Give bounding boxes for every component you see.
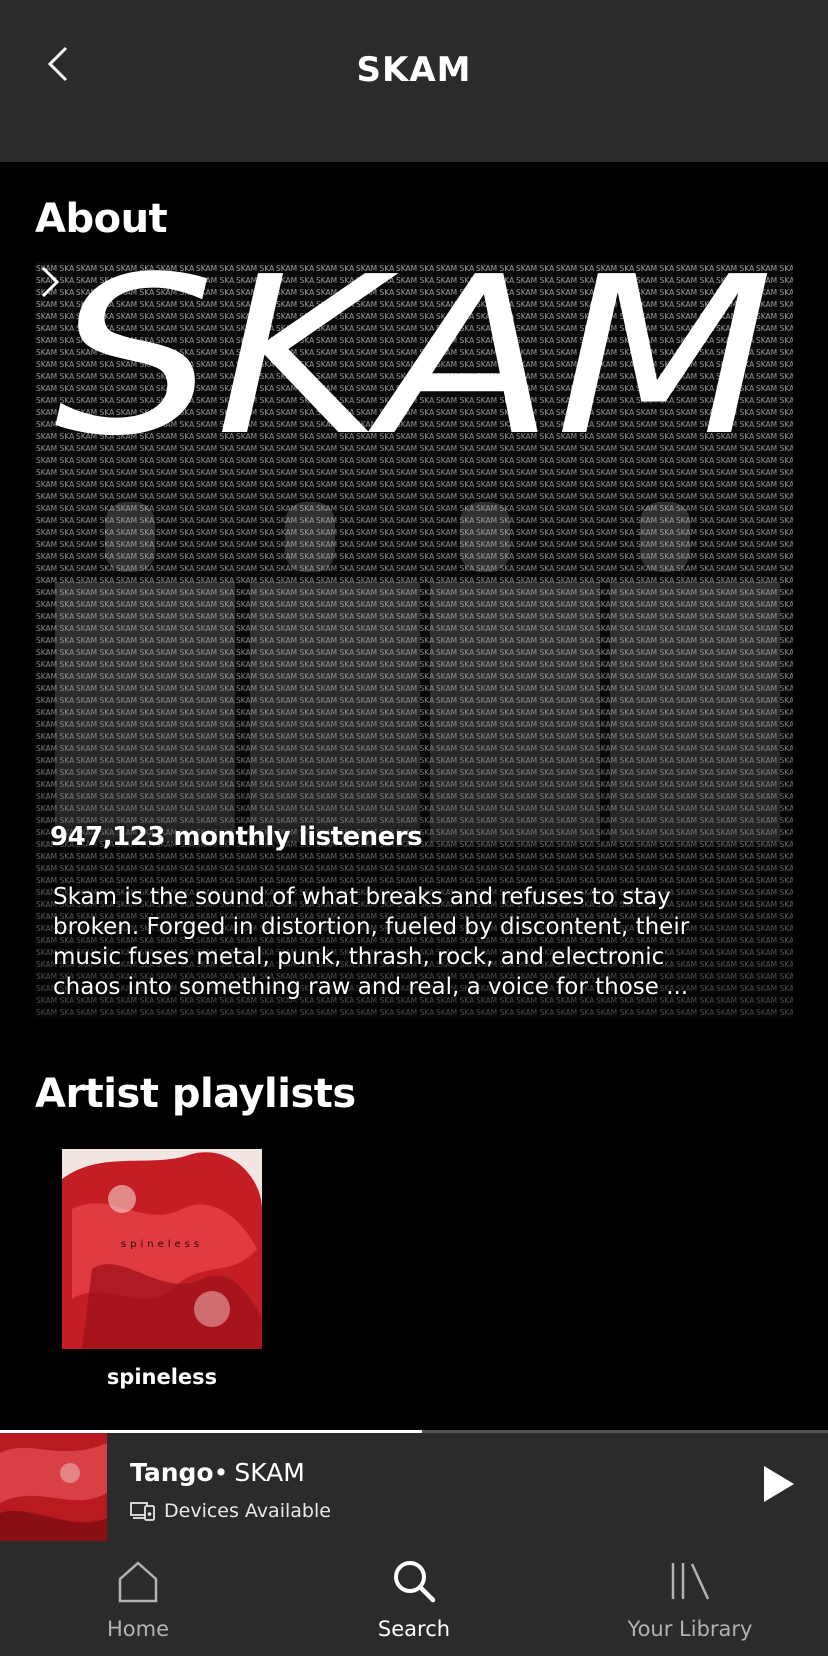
devices-icon [130, 1502, 155, 1521]
tab-search[interactable]: Search [276, 1541, 552, 1656]
devices-available[interactable]: Devices Available [130, 1500, 331, 1522]
devices-label: Devices Available [164, 1500, 331, 1522]
tab-your-library[interactable]: Your Library [552, 1541, 828, 1656]
home-icon [118, 1561, 158, 1603]
now-playing-cover [0, 1433, 107, 1541]
artist-logo: SKAM [54, 262, 774, 484]
tab-bar: Home Search Your Library [0, 1541, 828, 1656]
playlist-cover[interactable]: spineless [62, 1149, 262, 1349]
track-title: Tango [130, 1458, 214, 1487]
about-heading: About [35, 196, 168, 242]
tab-label: Search [377, 1617, 451, 1641]
playlist-cover-text: spineless [121, 1239, 203, 1250]
separator-dot: • [213, 1458, 229, 1487]
play-icon[interactable] [760, 1464, 796, 1504]
track-artist: SKAM [234, 1458, 305, 1487]
tab-label: Home [106, 1617, 169, 1641]
top-bar: SKAM [0, 0, 828, 162]
now-playing-track: Tango• SKAM [130, 1458, 305, 1487]
now-playing-bar[interactable]: Tango• SKAM Devices Available [0, 1430, 828, 1541]
tab-home[interactable]: Home [0, 1541, 276, 1656]
page-title: SKAM [356, 50, 472, 90]
library-icon [671, 1563, 710, 1600]
chevron-right-icon[interactable] [35, 262, 65, 302]
artist-bio: Skam is the sound of what breaks and ref… [53, 884, 690, 1000]
progress-bar [0, 1430, 828, 1433]
about-card[interactable]: SKAM SKAM SKAM 947,123 monthly listeners… [35, 262, 793, 1018]
playlist-title[interactable]: spineless [62, 1365, 262, 1389]
tab-label: Your Library [627, 1617, 753, 1641]
artist-playlists-heading: Artist playlists [35, 1071, 356, 1117]
search-icon [394, 1561, 436, 1603]
monthly-listeners: 947,123 monthly listeners [50, 822, 423, 852]
